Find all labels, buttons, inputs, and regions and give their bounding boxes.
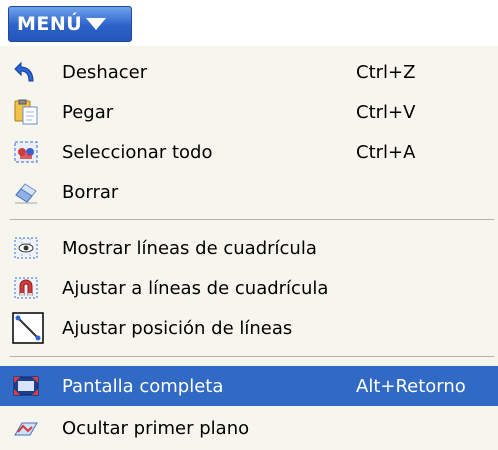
grid-magnet-icon	[12, 274, 40, 302]
menu-item-shortcut: Ctrl+V	[356, 101, 416, 123]
menu-screen: MENÚ Deshacer Ctrl+Z Pegar Ctrl+V Selecc…	[0, 0, 498, 450]
menu-item-shortcut: Ctrl+Z	[356, 61, 416, 83]
eraser-icon	[12, 178, 40, 206]
select-all-icon	[12, 138, 40, 166]
menu-item-hide-foreground[interactable]: Ocultar primer plano	[0, 408, 498, 448]
menu-item-undo[interactable]: Deshacer Ctrl+Z	[0, 52, 498, 92]
menu-item-fullscreen[interactable]: Pantalla completa Alt+Retorno	[0, 366, 498, 406]
menu-item-snap-grid[interactable]: Ajustar a líneas de cuadrícula	[0, 268, 498, 308]
hide-foreground-icon	[12, 414, 40, 442]
undo-icon	[12, 58, 40, 86]
menu-item-label: Deshacer	[62, 61, 148, 83]
menu-item-label: Ajustar a líneas de cuadrícula	[62, 277, 329, 299]
chevron-down-icon	[86, 18, 107, 30]
menu-button[interactable]: MENÚ	[8, 6, 132, 42]
menu-item-label: Ajustar posición de líneas	[62, 317, 293, 339]
dropdown-menu: Deshacer Ctrl+Z Pegar Ctrl+V Seleccionar…	[0, 46, 498, 450]
paste-icon	[12, 98, 40, 126]
menu-item-select-all[interactable]: Seleccionar todo Ctrl+A	[0, 132, 498, 172]
menu-item-paste[interactable]: Pegar Ctrl+V	[0, 92, 498, 132]
menu-item-show-grid[interactable]: Mostrar líneas de cuadrícula	[0, 228, 498, 268]
fullscreen-icon	[12, 372, 40, 400]
menu-item-shortcut: Alt+Retorno	[356, 375, 466, 397]
menu-item-label: Seleccionar todo	[62, 141, 213, 163]
menu-item-label: Pegar	[62, 101, 114, 123]
grid-eye-icon	[12, 234, 40, 262]
menu-item-erase[interactable]: Borrar	[0, 172, 498, 212]
menu-item-label: Pantalla completa	[62, 375, 224, 397]
menu-item-label: Ocultar primer plano	[62, 417, 250, 439]
menu-button-label: MENÚ	[17, 13, 83, 35]
menu-item-shortcut: Ctrl+A	[356, 141, 416, 163]
line-position-icon	[12, 312, 44, 344]
menu-separator	[10, 219, 494, 220]
menu-item-label: Borrar	[62, 181, 119, 203]
menu-item-line-position[interactable]: Ajustar posición de líneas	[0, 308, 498, 348]
menu-separator	[10, 356, 494, 357]
menu-item-label: Mostrar líneas de cuadrícula	[62, 237, 317, 259]
